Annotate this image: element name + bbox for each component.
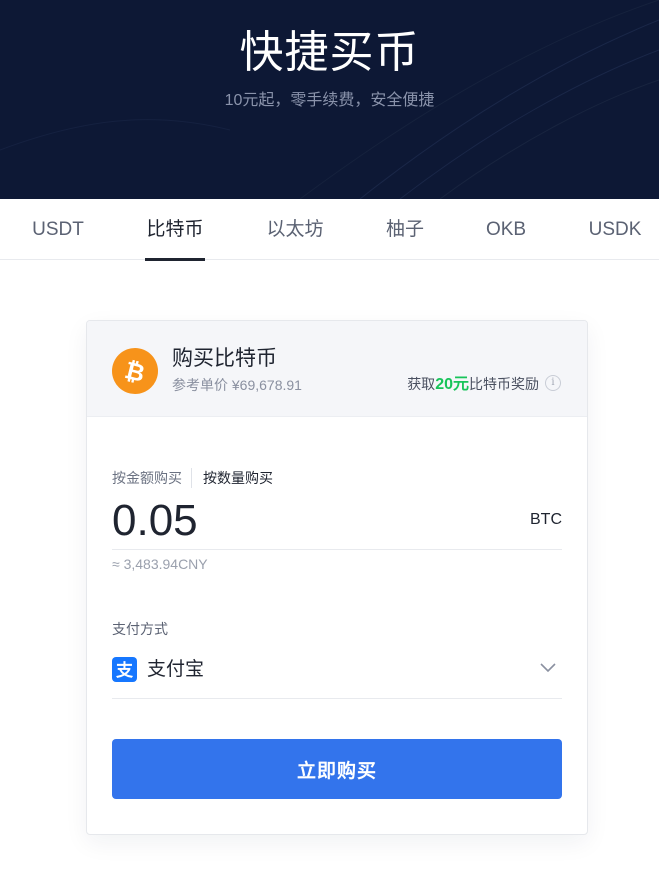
- reward-prefix: 获取: [407, 376, 436, 392]
- payment-method-name: 支付宝: [147, 659, 205, 680]
- reference-price: 参考单价 ¥69,678.91: [172, 377, 302, 393]
- purchase-mode-switch: 按金额购买 按数量购买: [112, 468, 273, 488]
- tab-usdk[interactable]: USDK: [580, 199, 650, 260]
- currency-unit: BTC: [530, 511, 562, 528]
- svg-text:₿: ₿: [122, 356, 148, 388]
- tab-usdt[interactable]: USDT: [8, 199, 108, 260]
- buy-now-button[interactable]: 立即购买: [112, 739, 562, 799]
- tab-okb[interactable]: OKB: [476, 199, 536, 260]
- svg-text:支: 支: [116, 660, 134, 681]
- buy-card: ₿ 购买比特币 参考单价 ¥69,678.91 获取20元比特币奖励 i 按金额…: [86, 320, 588, 835]
- payment-method-label: 支付方式: [112, 621, 168, 637]
- mode-by-quantity[interactable]: 按数量购买: [192, 468, 273, 488]
- converted-amount: ≈ 3,483.94CNY: [112, 556, 208, 572]
- card-title: 购买比特币: [172, 347, 277, 370]
- hero-banner: 快捷买币 10元起，零手续费，安全便捷: [0, 0, 659, 199]
- input-divider: [112, 549, 562, 550]
- alipay-icon: 支: [112, 657, 137, 682]
- tab-ethereum[interactable]: 以太坊: [255, 199, 335, 260]
- tab-eos[interactable]: 柚子: [375, 199, 435, 260]
- chevron-down-icon: [540, 663, 556, 673]
- page-subtitle: 10元起，零手续费，安全便捷: [224, 92, 435, 109]
- bitcoin-icon: ₿: [112, 348, 158, 394]
- payment-divider: [112, 698, 562, 699]
- page-title: 快捷买币: [239, 28, 420, 77]
- reward-suffix: 比特币奖励: [469, 376, 539, 392]
- payment-method-select[interactable]: 支 支付宝: [112, 651, 562, 699]
- quantity-input[interactable]: 0.05: [112, 493, 198, 549]
- reward-text: 获取20元比特币奖励: [407, 374, 539, 395]
- info-icon[interactable]: i: [545, 375, 561, 391]
- tab-bitcoin[interactable]: 比特币: [145, 199, 205, 261]
- reward-amount: 20元: [435, 376, 469, 393]
- coin-tabs: USDT 比特币 以太坊 柚子 OKB USDK: [0, 199, 659, 261]
- card-header: ₿ 购买比特币 参考单价 ¥69,678.91 获取20元比特币奖励 i: [87, 321, 587, 417]
- mode-by-amount[interactable]: 按金额购买: [112, 468, 192, 488]
